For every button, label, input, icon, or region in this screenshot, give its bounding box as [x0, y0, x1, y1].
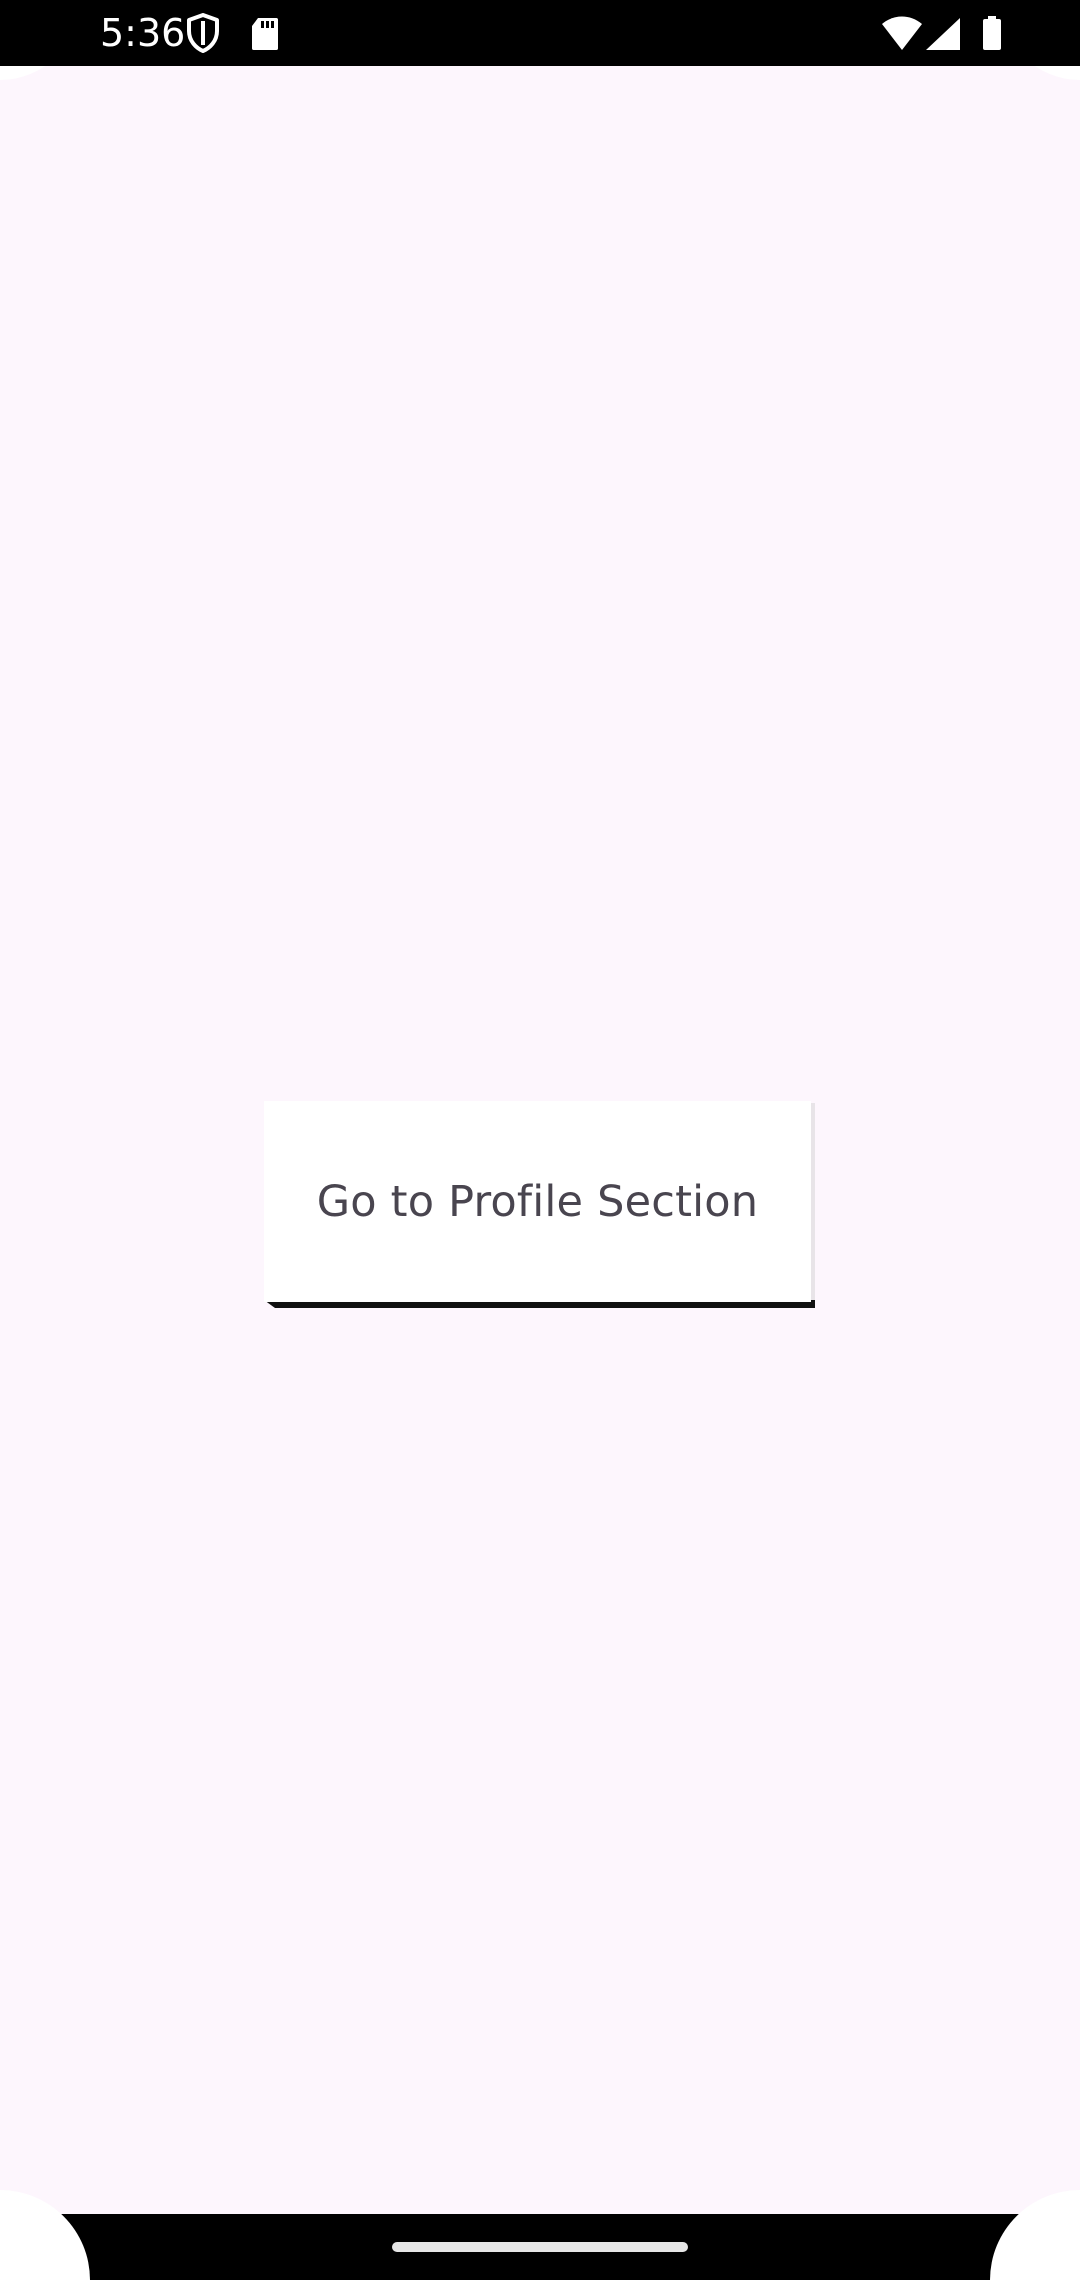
status-time: 5:36 [100, 11, 186, 55]
profile-button-label: Go to Profile Section [316, 1176, 759, 1227]
status-bar: 5:36 [0, 0, 1080, 66]
wifi-icon [882, 16, 922, 50]
home-gesture-handle[interactable] [392, 2242, 688, 2252]
sd-card-icon [252, 18, 278, 50]
main-content: Go to Profile Section [0, 0, 1080, 2214]
signal-icon [926, 18, 960, 50]
go-to-profile-section-button[interactable]: Go to Profile Section [264, 1101, 811, 1302]
shield-icon [187, 13, 219, 53]
phone-screen: 5:36 Go to Profile Section [0, 0, 1080, 2280]
battery-icon [983, 16, 1001, 50]
